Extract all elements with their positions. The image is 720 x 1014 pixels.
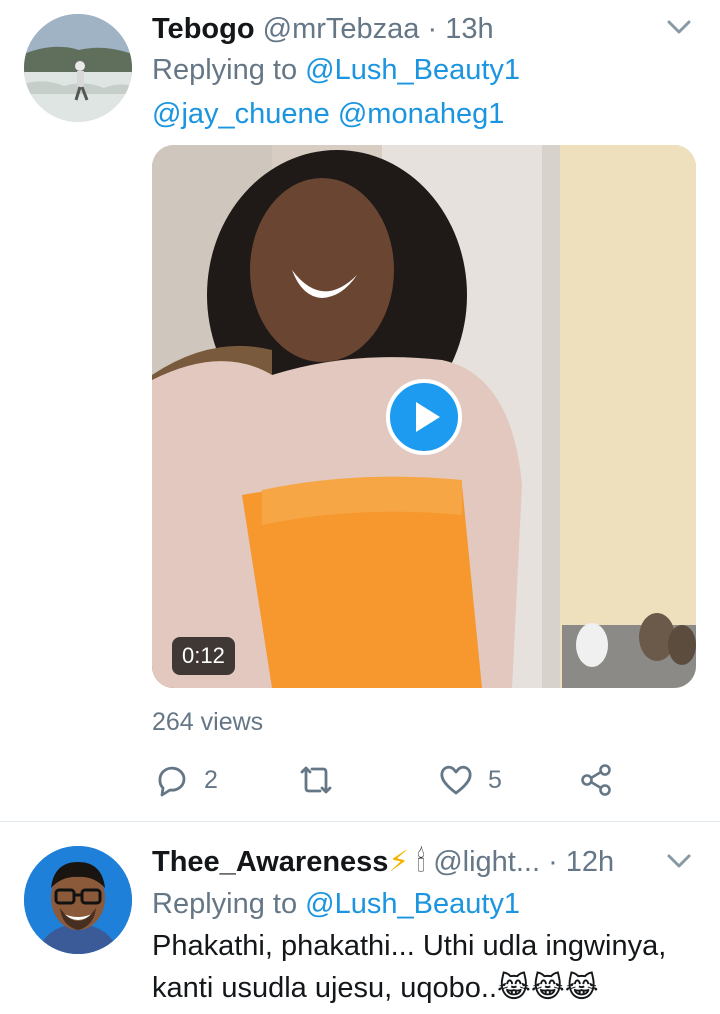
tweet-text-line: Phakathi, phakathi... Uthi udla ingwinya…	[152, 930, 667, 962]
tweet[interactable]: Thee_Awareness⚡ 🕯 @light... · 12h Replyi…	[0, 822, 720, 1014]
avatar-bitmoji	[24, 846, 132, 954]
reply-count: 2	[204, 765, 218, 794]
timestamp[interactable]: 13h	[445, 13, 493, 45]
heart-icon	[440, 765, 472, 795]
retweet-button[interactable]	[296, 760, 350, 800]
replying-prefix: Replying to	[152, 888, 298, 920]
tweet-text-line: kanti usudla ujesu, uqobo..😹😹😹	[152, 968, 599, 1008]
view-count: 264 views	[152, 708, 264, 736]
separator: ·	[427, 13, 438, 45]
play-button[interactable]	[386, 379, 462, 455]
replying-prefix: Replying to	[152, 54, 298, 86]
tweet-text: kanti usudla ujesu, uqobo..	[152, 972, 498, 1004]
avatar[interactable]	[24, 846, 132, 954]
retweet-icon	[300, 766, 332, 794]
replying-to-line: Replying to @Lush_Beauty1	[152, 887, 520, 921]
lightning-icon: ⚡	[388, 846, 409, 878]
avatar-photo	[24, 14, 132, 122]
replying-to-line: Replying to @Lush_Beauty1	[152, 53, 520, 87]
tweet[interactable]: Tebogo @mrTebzaa · 13h Replying to @Lush…	[0, 0, 720, 822]
chevron-down-icon[interactable]	[662, 844, 696, 878]
tweet-header: Thee_Awareness⚡ 🕯 @light... · 12h	[152, 845, 614, 879]
candle-icon: 🕯	[416, 846, 426, 878]
share-icon	[581, 764, 611, 796]
reply-button[interactable]: 2	[154, 760, 218, 800]
like-button[interactable]: 5	[438, 760, 502, 800]
video-player[interactable]: 0:12	[152, 145, 696, 688]
tweet-header: Tebogo @mrTebzaa · 13h	[152, 12, 494, 46]
chevron-down-icon[interactable]	[662, 10, 696, 44]
timestamp[interactable]: 12h	[566, 846, 614, 878]
reply-icon	[158, 766, 186, 797]
cat-laughing-emoji: 😹😹😹	[497, 972, 599, 1004]
video-duration: 0:12	[172, 637, 235, 675]
like-count: 5	[488, 765, 502, 794]
mentions-line: @jay_chuene @monaheg1	[152, 97, 504, 131]
display-name[interactable]: Tebogo	[152, 13, 255, 45]
replying-to-link[interactable]: @Lush_Beauty1	[305, 54, 520, 86]
handle[interactable]: @light...	[433, 846, 540, 878]
replying-to-link[interactable]: @Lush_Beauty1	[305, 888, 520, 920]
separator: ·	[548, 846, 558, 878]
share-button[interactable]	[578, 760, 614, 800]
avatar[interactable]	[24, 14, 132, 122]
handle[interactable]: @mrTebzaa	[263, 13, 420, 45]
mention-link[interactable]: @monaheg1	[338, 98, 505, 130]
display-name[interactable]: Thee_Awareness	[152, 846, 388, 878]
play-icon	[416, 402, 440, 432]
mention-link[interactable]: @jay_chuene	[152, 98, 330, 130]
